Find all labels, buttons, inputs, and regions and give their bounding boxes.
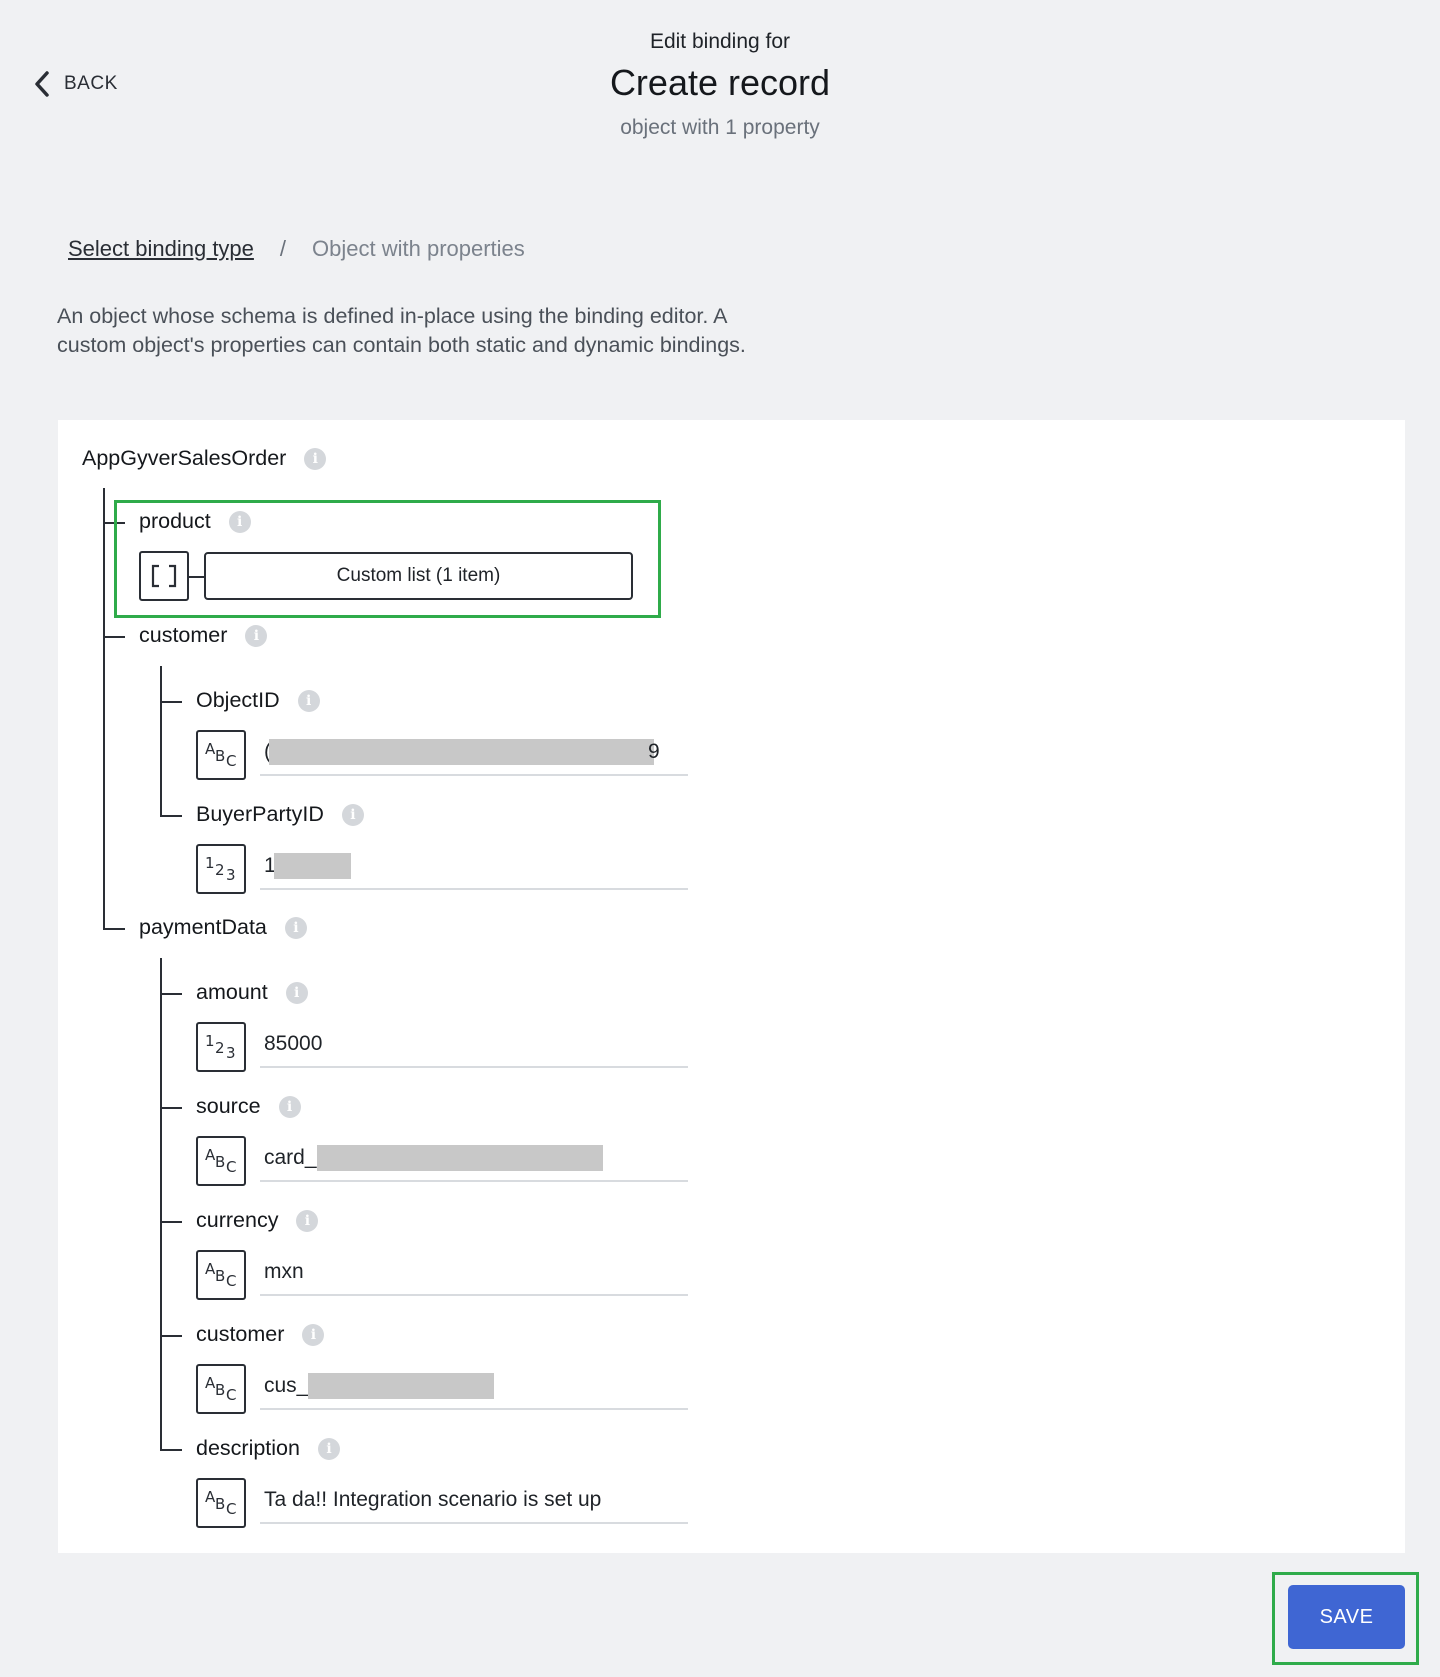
amount-label: amount	[196, 980, 268, 1004]
payment-customer-value-input[interactable]: cus_	[260, 1364, 688, 1410]
text-type-icon: ABC	[205, 1146, 237, 1176]
breadcrumb-link-select-binding-type[interactable]: Select binding type	[68, 236, 254, 262]
tree-node-buyerpartyid: BuyerPartyID i	[196, 802, 364, 827]
info-icon[interactable]: i	[285, 981, 308, 1004]
breadcrumb-separator: /	[279, 236, 287, 261]
buyerpartyid-label: BuyerPartyID	[196, 802, 324, 826]
tree-connector	[160, 701, 182, 703]
description-value-input[interactable]: Ta da!! Integration scenario is set up	[260, 1478, 688, 1524]
objectid-value-input[interactable]: (9	[260, 730, 688, 776]
payment-customer-label: customer	[196, 1322, 285, 1346]
info-icon[interactable]: i	[297, 689, 320, 712]
page-header: Edit binding for Create record object wi…	[0, 30, 1440, 140]
tree-connector	[160, 1107, 182, 1109]
root-label: AppGyverSalesOrder	[82, 446, 287, 470]
tree-node-customer: customer i	[139, 623, 268, 648]
tree-node-objectid: ObjectID i	[196, 688, 320, 713]
tree-connector	[103, 488, 105, 928]
redacted-value	[308, 1373, 495, 1399]
text-type-button[interactable]: ABC	[196, 1136, 246, 1186]
product-highlight-box	[114, 500, 661, 618]
number-type-button[interactable]: 123	[196, 844, 246, 894]
tree-connector	[160, 1449, 182, 1451]
tree-connector	[160, 958, 162, 1450]
source-value-input[interactable]: card_	[260, 1136, 688, 1182]
tree-connector	[160, 1221, 182, 1223]
currency-value-input[interactable]: mxn	[260, 1250, 688, 1296]
info-icon[interactable]: i	[304, 447, 327, 470]
tree-connector	[160, 993, 182, 995]
tree-node-amount: amount i	[196, 980, 308, 1005]
text-type-icon: ABC	[205, 1488, 237, 1518]
buyerpartyid-value-input[interactable]: 1	[260, 844, 688, 890]
description-label: description	[196, 1436, 300, 1460]
text-type-icon: ABC	[205, 1374, 237, 1404]
customer-label: customer	[139, 623, 228, 647]
text-type-button[interactable]: ABC	[196, 1478, 246, 1528]
breadcrumb-current: Object with properties	[312, 236, 525, 261]
redacted-value	[269, 739, 654, 765]
text-type-icon: ABC	[205, 740, 237, 770]
page-title: Create record	[609, 62, 831, 103]
currency-label: currency	[196, 1208, 279, 1232]
breadcrumb: Select binding type / Object with proper…	[68, 236, 525, 262]
info-icon[interactable]: i	[278, 1095, 301, 1118]
info-icon[interactable]: i	[245, 624, 268, 647]
save-button[interactable]: SAVE	[1288, 1585, 1405, 1649]
tree-node-source: source i	[196, 1094, 301, 1119]
amount-value-input[interactable]: 85000	[260, 1022, 688, 1068]
number-type-icon: 123	[205, 854, 236, 884]
binding-editor-panel: AppGyverSalesOrder i product i Custom li…	[58, 420, 1405, 1553]
text-type-button[interactable]: ABC	[196, 1250, 246, 1300]
info-icon[interactable]: i	[302, 1323, 325, 1346]
info-icon[interactable]: i	[296, 1209, 319, 1232]
tree-connector	[160, 1335, 182, 1337]
paymentdata-label: paymentData	[139, 915, 267, 939]
tree-node-description: description i	[196, 1436, 340, 1461]
number-type-button[interactable]: 123	[196, 1022, 246, 1072]
number-type-icon: 123	[205, 1032, 236, 1062]
info-icon[interactable]: i	[341, 803, 364, 826]
tree-root: AppGyverSalesOrder i	[82, 446, 327, 471]
tree-connector	[103, 928, 125, 930]
header-pre-title: Edit binding for	[649, 30, 791, 53]
info-icon[interactable]: i	[317, 1437, 340, 1460]
objectid-label: ObjectID	[196, 688, 280, 712]
tree-node-paymentdata: paymentData i	[139, 915, 307, 940]
source-label: source	[196, 1094, 261, 1118]
tree-connector	[160, 666, 162, 816]
redacted-value	[316, 1145, 603, 1171]
tree-connector	[160, 815, 182, 817]
tree-connector	[103, 636, 125, 638]
text-type-icon: ABC	[205, 1260, 237, 1290]
redacted-value	[273, 853, 351, 879]
text-type-button[interactable]: ABC	[196, 1364, 246, 1414]
tree-node-payment-customer: customer i	[196, 1322, 325, 1347]
binding-description: An object whose schema is defined in-pla…	[57, 304, 746, 357]
page-subtitle: object with 1 property	[620, 116, 820, 139]
info-icon[interactable]: i	[284, 916, 307, 939]
text-type-button[interactable]: ABC	[196, 730, 246, 780]
tree-node-currency: currency i	[196, 1208, 319, 1233]
